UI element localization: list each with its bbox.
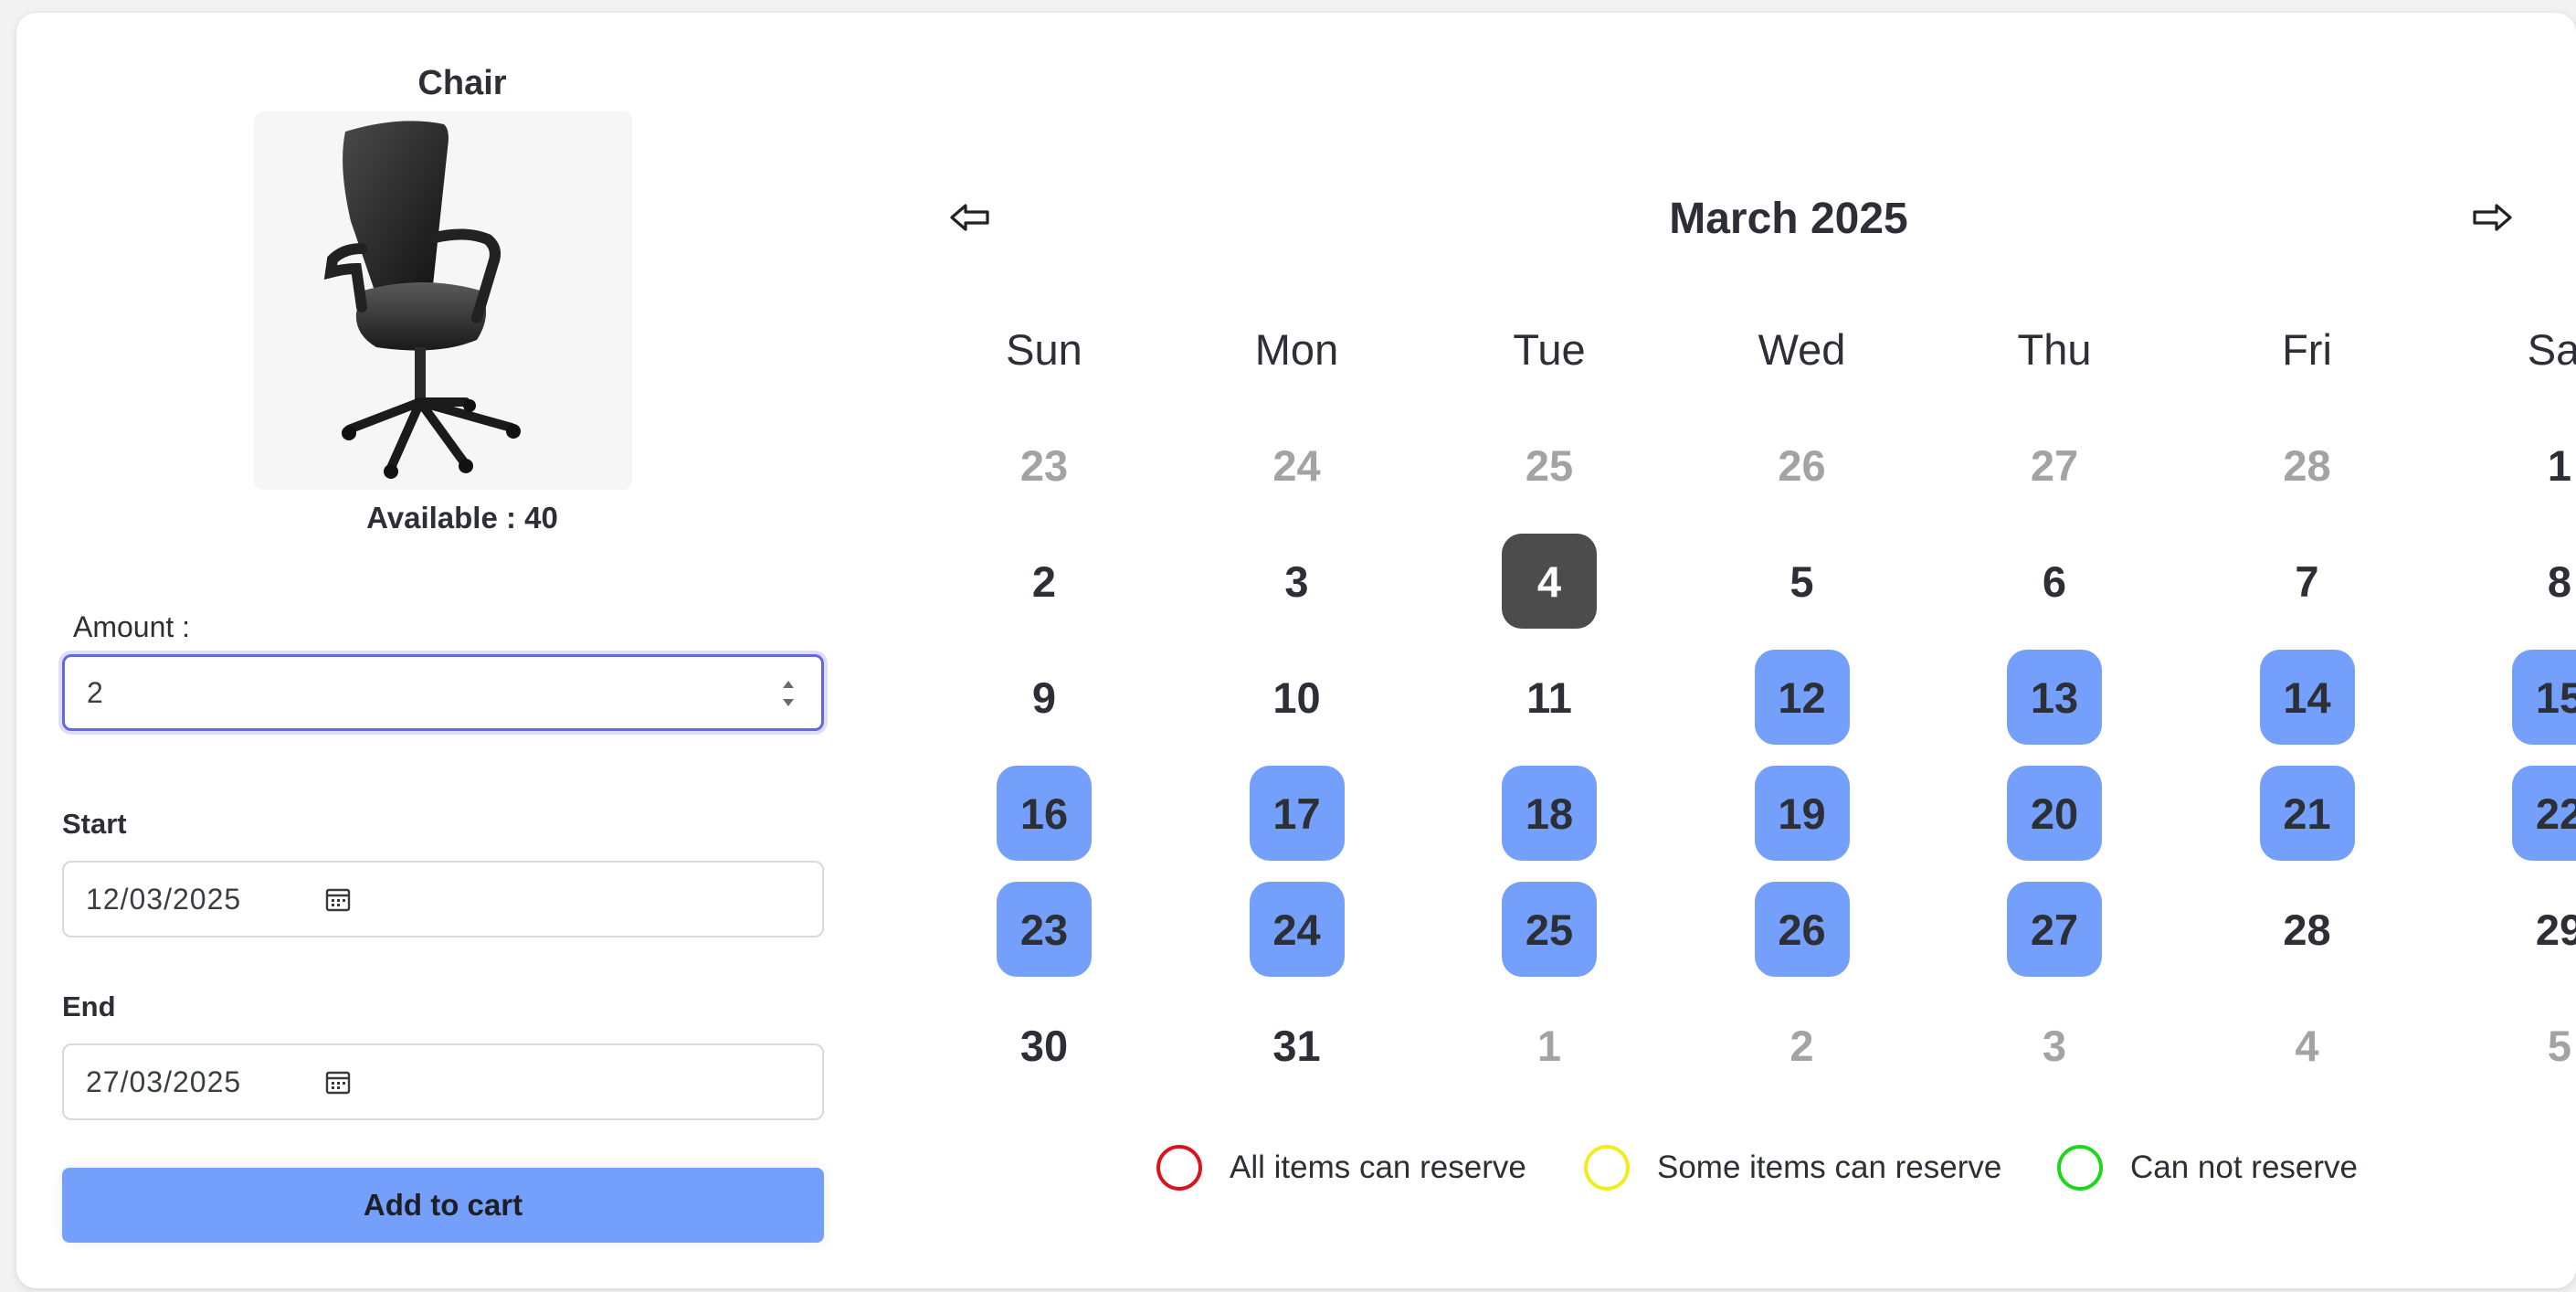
- weekday-header: Fri: [2282, 324, 2332, 374]
- legend-label: Some items can reserve: [1657, 1149, 2002, 1185]
- calendar-day-outside-month[interactable]: 23: [997, 418, 1092, 513]
- end-date-input[interactable]: 27/03/2025: [62, 1043, 824, 1120]
- calendar-day[interactable]: 3: [1250, 534, 1345, 629]
- calendar-day[interactable]: 10: [1250, 650, 1345, 745]
- legend-label: All items can reserve: [1230, 1149, 1526, 1185]
- calendar-day[interactable]: 9: [997, 650, 1092, 745]
- amount-value: 2: [87, 675, 103, 709]
- weekday-header: Thu: [2017, 324, 2092, 374]
- available-count: Available : 40: [366, 501, 558, 535]
- end-date-value: 27/03/2025: [86, 1064, 242, 1098]
- legend-label: Can not reserve: [2130, 1149, 2359, 1185]
- calendar-icon[interactable]: [323, 1067, 353, 1096]
- calendar-day[interactable]: 29: [2512, 882, 2576, 977]
- calendar-day-selected[interactable]: 20: [2007, 766, 2102, 861]
- calendar-day-selected[interactable]: 27: [2007, 882, 2102, 977]
- weekday-header: Mon: [1254, 324, 1339, 374]
- calendar-day[interactable]: 8: [2512, 534, 2576, 629]
- calendar-day-outside-month[interactable]: 3: [2007, 998, 2102, 1093]
- amount-label: Amount :: [73, 610, 191, 643]
- calendar-day[interactable]: 7: [2260, 534, 2355, 629]
- start-date-value: 12/03/2025: [86, 882, 242, 916]
- legend-circle-icon: [1584, 1145, 1630, 1191]
- product-panel: Chair Available: 40 Amount: 2 Start 12…: [16, 13, 875, 1288]
- legend-item: Some items can reserve: [1584, 1142, 2001, 1193]
- calendar-day-selected[interactable]: 18: [1502, 766, 1597, 861]
- calendar-day[interactable]: 6: [2007, 534, 2102, 629]
- legend-item: Can not reserve: [2057, 1142, 2358, 1193]
- calendar-day-outside-month[interactable]: 25: [1502, 418, 1597, 513]
- calendar-day-selected[interactable]: 12: [1754, 650, 1850, 745]
- calendar-day-today[interactable]: 4: [1502, 534, 1597, 629]
- weekday-header: Sat: [2527, 324, 2576, 374]
- calendar-day-selected[interactable]: 22: [2512, 766, 2576, 861]
- calendar-day-selected[interactable]: 23: [997, 882, 1092, 977]
- add-to-cart-button[interactable]: Add to cart: [62, 1168, 824, 1243]
- calendar-day-selected[interactable]: 16: [997, 766, 1092, 861]
- calendar-day-selected[interactable]: 25: [1502, 882, 1597, 977]
- number-stepper-icon[interactable]: [779, 673, 797, 714]
- calendar-day-outside-month[interactable]: 1: [1502, 998, 1597, 1093]
- calendar-day-selected[interactable]: 24: [1249, 882, 1345, 977]
- chair-illustration: [323, 121, 521, 479]
- start-label: Start: [62, 808, 127, 840]
- legend-item: All items can reserve: [1156, 1142, 1526, 1193]
- calendar-day-outside-month[interactable]: 4: [2260, 998, 2355, 1093]
- calendar-day[interactable]: 31: [1250, 998, 1345, 1093]
- end-label: End: [62, 990, 116, 1022]
- amount-input[interactable]: 2: [62, 654, 824, 731]
- calendar-day[interactable]: 28: [2260, 882, 2355, 977]
- product-name: Chair: [417, 64, 507, 102]
- start-date-input[interactable]: 12/03/2025: [62, 861, 824, 937]
- calendar-day[interactable]: 2: [997, 534, 1092, 629]
- calendar-day-selected[interactable]: 21: [2259, 766, 2355, 861]
- weekday-header: Sun: [1006, 324, 1082, 374]
- calendar-day[interactable]: 11: [1502, 650, 1597, 745]
- calendar-day[interactable]: 30: [997, 998, 1092, 1093]
- calendar-day-selected[interactable]: 15: [2512, 650, 2576, 745]
- weekday-header: Wed: [1758, 324, 1846, 374]
- calendar-grid: SunMonTueWedThuFriSat2324252627281234567…: [930, 13, 2576, 1288]
- calendar-day-outside-month[interactable]: 2: [1755, 998, 1850, 1093]
- calendar-icon[interactable]: [323, 884, 353, 914]
- calendar-day-outside-month[interactable]: 5: [2512, 998, 2576, 1093]
- weekday-header: Tue: [1513, 324, 1586, 374]
- legend: All items can reserve Some items can rese…: [930, 1142, 2574, 1193]
- legend-circle-icon: [1156, 1145, 1202, 1191]
- calendar-day-selected[interactable]: 26: [1754, 882, 1850, 977]
- calendar-day-selected[interactable]: 17: [1249, 766, 1345, 861]
- calendar-day-outside-month[interactable]: 28: [2260, 418, 2355, 513]
- product-image: [254, 111, 632, 490]
- calendar-day-outside-month[interactable]: 24: [1250, 418, 1345, 513]
- calendar-day-selected[interactable]: 14: [2259, 650, 2355, 745]
- calendar-day-selected[interactable]: 19: [1754, 766, 1850, 861]
- calendar-day[interactable]: 1: [2512, 418, 2576, 513]
- calendar-day-outside-month[interactable]: 26: [1755, 418, 1850, 513]
- calendar-day-outside-month[interactable]: 27: [2007, 418, 2102, 513]
- calendar-day-selected[interactable]: 13: [2007, 650, 2102, 745]
- calendar: March 2025 SunMonTueWedThuFriSat23242526…: [930, 13, 2576, 1288]
- calendar-day[interactable]: 5: [1755, 534, 1850, 629]
- legend-circle-icon: [2057, 1145, 2103, 1191]
- reservation-card: Chair Available: 40 Amount: 2 Start 12…: [16, 13, 2576, 1288]
